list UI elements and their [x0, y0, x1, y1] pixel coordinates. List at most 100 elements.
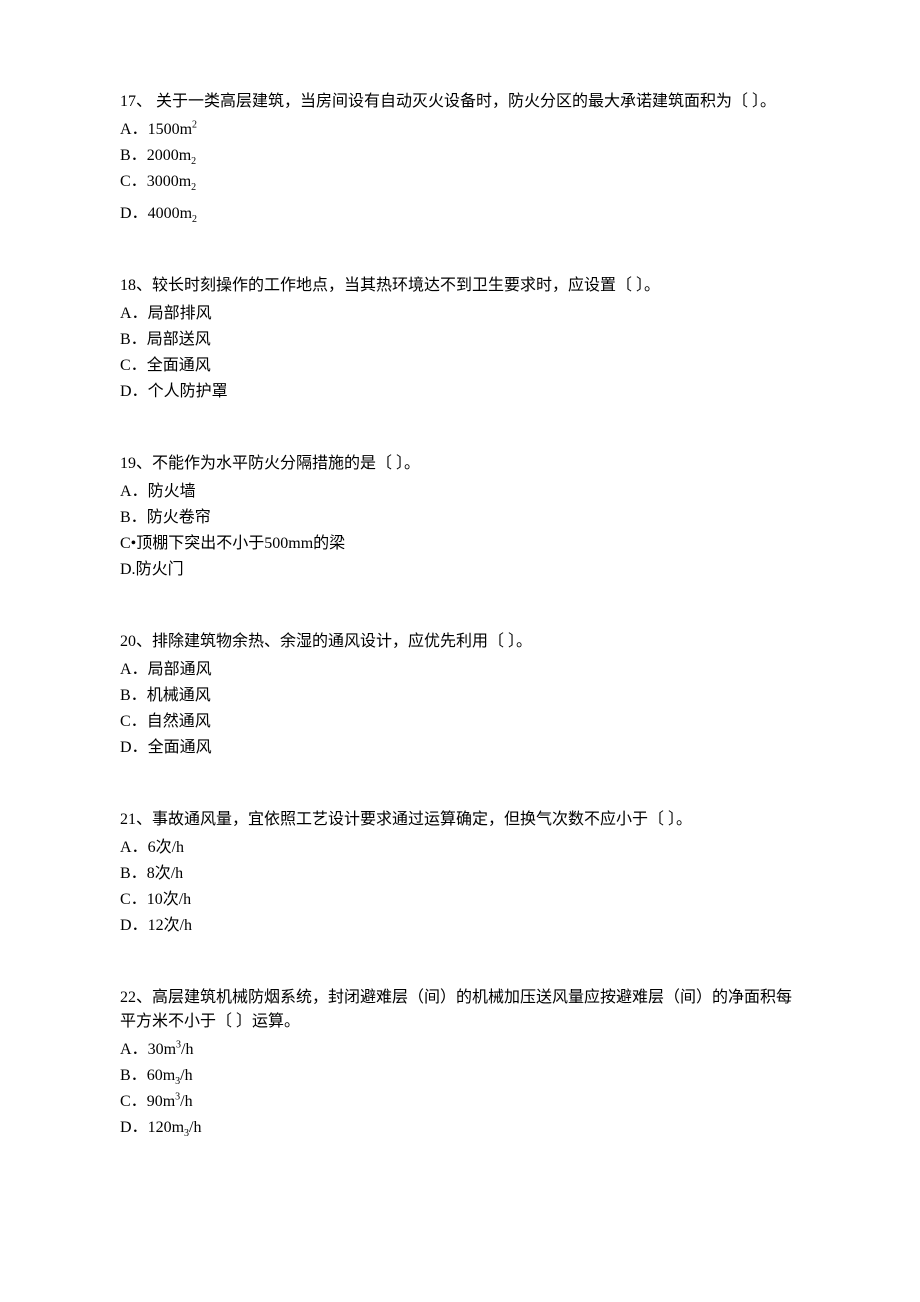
option-d: D．全面通风: [120, 736, 800, 760]
option-d: D．4000m2: [120, 202, 800, 226]
option-d: D．120m3/h: [120, 1116, 800, 1140]
question-17: 17、 关于一类高层建筑，当房间设有自动灭火设备时，防火分区的最大承诺建筑面积为…: [120, 90, 800, 226]
option-label: C．: [120, 710, 147, 734]
option-value: 防火门: [136, 561, 184, 578]
option-value: 全面通风: [148, 739, 212, 756]
option-value: 30m: [148, 1041, 176, 1058]
option-label: B．: [120, 144, 147, 168]
option-suffix: /h: [180, 1093, 192, 1110]
option-b: B．60m3/h: [120, 1064, 800, 1088]
question-body: 高层建筑机械防烟系统，封闭避难层（间）的机械加压送风量应按避难层（间）的净面积每…: [120, 989, 792, 1030]
option-b: B．防火卷帘: [120, 506, 800, 530]
question-number: 18、: [120, 277, 152, 294]
option-label: B．: [120, 506, 147, 530]
question-text: 17、 关于一类高层建筑，当房间设有自动灭火设备时，防火分区的最大承诺建筑面积为…: [120, 90, 800, 114]
option-label: B．: [120, 862, 147, 886]
option-c: C．90m3/h: [120, 1090, 800, 1114]
option-value: 顶棚下突出不小于500mm的梁: [136, 535, 345, 552]
option-label: B．: [120, 684, 147, 708]
option-value: 8次/h: [147, 865, 183, 882]
option-c: C．3000m2: [120, 170, 800, 194]
question-body: 事故通风量，宜依照工艺设计要求通过运算确定，但换气次数不应小于〔 〕。: [152, 811, 692, 828]
option-label: B．: [120, 1064, 147, 1088]
option-label: D．: [120, 736, 148, 760]
option-d: D．个人防护罩: [120, 380, 800, 404]
option-d: D．12次/h: [120, 914, 800, 938]
option-sub: 2: [191, 156, 196, 167]
option-value: 10次/h: [147, 891, 191, 908]
option-value: 局部排风: [148, 305, 212, 322]
option-label: A．: [120, 1038, 148, 1062]
option-label: D．: [120, 380, 148, 404]
option-value: 60m: [147, 1067, 175, 1084]
option-b: B．2000m2: [120, 144, 800, 168]
option-label: C•: [120, 532, 136, 556]
question-body: 较长时刻操作的工作地点，当其热环境达不到卫生要求时，应设置〔 〕。: [152, 277, 660, 294]
option-label: A．: [120, 302, 148, 326]
option-value: 6次/h: [148, 839, 184, 856]
question-text: 19、不能作为水平防火分隔措施的是〔 〕。: [120, 452, 800, 476]
option-label: B．: [120, 328, 147, 352]
option-a: A．局部通风: [120, 658, 800, 682]
option-sub: 2: [192, 214, 197, 225]
option-value: 4000m: [148, 205, 192, 222]
option-label: C．: [120, 1090, 147, 1114]
question-number: 21、: [120, 811, 152, 828]
option-suffix: /h: [189, 1119, 201, 1136]
option-suffix: /h: [181, 1041, 193, 1058]
question-body: 排除建筑物余热、余湿的通风设计，应优先利用〔 〕。: [152, 633, 532, 650]
question-number: 20、: [120, 633, 152, 650]
question-22: 22、高层建筑机械防烟系统，封闭避难层（间）的机械加压送风量应按避难层（间）的净…: [120, 986, 800, 1140]
option-value: 个人防护罩: [148, 383, 228, 400]
option-label: C．: [120, 888, 147, 912]
option-suffix: /h: [180, 1067, 192, 1084]
option-value: 防火卷帘: [147, 509, 211, 526]
option-value: 1500m: [148, 121, 192, 138]
option-value: 120m: [148, 1119, 184, 1136]
option-label: C．: [120, 354, 147, 378]
option-value: 全面通风: [147, 357, 211, 374]
option-value: 自然通风: [147, 713, 211, 730]
option-value: 12次/h: [148, 917, 192, 934]
option-value: 防火墙: [148, 483, 196, 500]
question-body: 不能作为水平防火分隔措施的是〔 〕。: [152, 455, 420, 472]
option-c: C．10次/h: [120, 888, 800, 912]
option-b: B．8次/h: [120, 862, 800, 886]
option-c: C•顶棚下突出不小于500mm的梁: [120, 532, 800, 556]
question-number: 19、: [120, 455, 152, 472]
option-a: A．30m3/h: [120, 1038, 800, 1062]
option-label: D．: [120, 202, 148, 226]
option-c: C．自然通风: [120, 710, 800, 734]
option-label: A．: [120, 658, 148, 682]
option-value: 局部通风: [148, 661, 212, 678]
question-18: 18、较长时刻操作的工作地点，当其热环境达不到卫生要求时，应设置〔 〕。 A．局…: [120, 274, 800, 404]
option-a: A．1500m2: [120, 118, 800, 142]
question-number: 22、: [120, 989, 152, 1006]
option-value: 局部送风: [147, 331, 211, 348]
option-c: C．全面通风: [120, 354, 800, 378]
option-a: A．局部排风: [120, 302, 800, 326]
option-b: B．机械通风: [120, 684, 800, 708]
option-label: A．: [120, 836, 148, 860]
option-d: D.防火门: [120, 558, 800, 582]
question-19: 19、不能作为水平防火分隔措施的是〔 〕。 A．防火墙 B．防火卷帘 C•顶棚下…: [120, 452, 800, 582]
question-text: 21、事故通风量，宜依照工艺设计要求通过运算确定，但换气次数不应小于〔 〕。: [120, 808, 800, 832]
question-20: 20、排除建筑物余热、余湿的通风设计，应优先利用〔 〕。 A．局部通风 B．机械…: [120, 630, 800, 760]
option-label: C．: [120, 170, 147, 194]
question-text: 22、高层建筑机械防烟系统，封闭避难层（间）的机械加压送风量应按避难层（间）的净…: [120, 986, 800, 1034]
option-b: B．局部送风: [120, 328, 800, 352]
option-value: 机械通风: [147, 687, 211, 704]
option-sup: 2: [192, 120, 197, 131]
option-label: A．: [120, 118, 148, 142]
question-number: 17、: [120, 93, 152, 110]
option-value: 90m: [147, 1093, 175, 1110]
question-body: 关于一类高层建筑，当房间设有自动灭火设备时，防火分区的最大承诺建筑面积为〔 〕。: [152, 93, 776, 110]
option-a: A．6次/h: [120, 836, 800, 860]
option-label: D．: [120, 914, 148, 938]
question-text: 20、排除建筑物余热、余湿的通风设计，应优先利用〔 〕。: [120, 630, 800, 654]
option-sub: 2: [191, 182, 196, 193]
option-label: A．: [120, 480, 148, 504]
option-value: 3000m: [147, 173, 191, 190]
option-a: A．防火墙: [120, 480, 800, 504]
question-21: 21、事故通风量，宜依照工艺设计要求通过运算确定，但换气次数不应小于〔 〕。 A…: [120, 808, 800, 938]
